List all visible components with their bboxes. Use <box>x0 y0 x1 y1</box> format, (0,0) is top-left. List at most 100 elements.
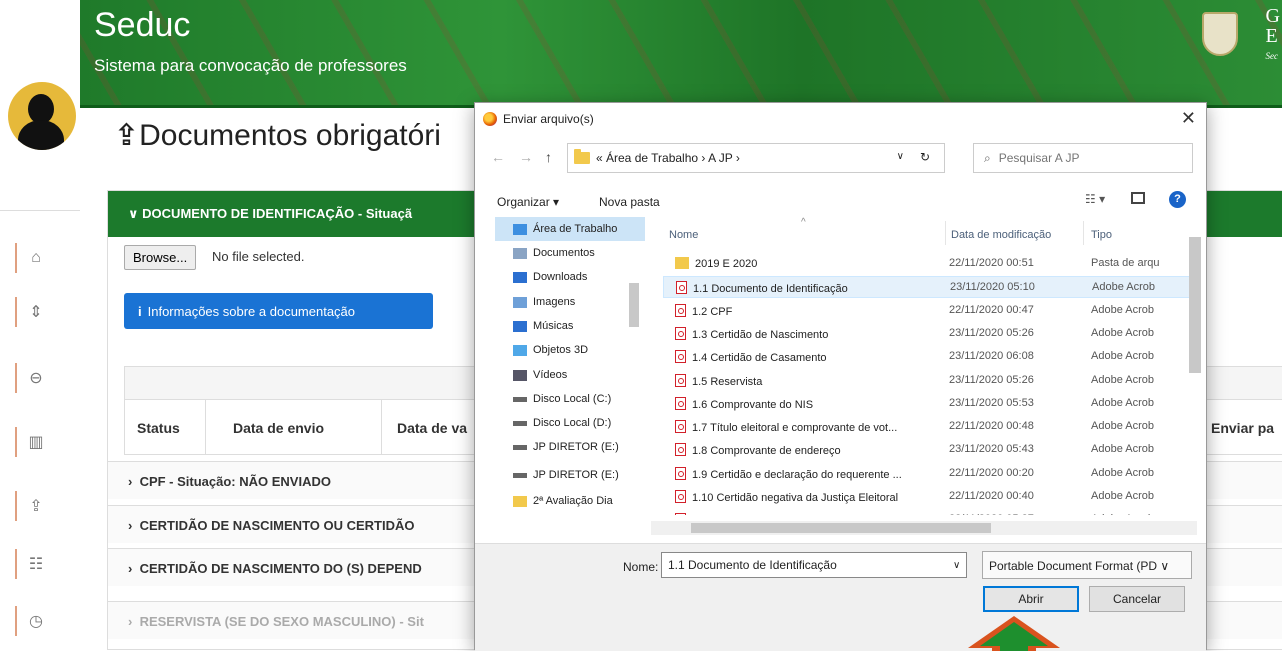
filetype-select[interactable]: Portable Document Format (PD ∨ <box>982 551 1192 579</box>
bank-icon[interactable]: ▥ <box>15 427 55 457</box>
nav-item-label: Objetos 3D <box>533 344 589 356</box>
column-type[interactable]: Tipo <box>1091 229 1112 241</box>
user-circle-icon[interactable]: ⊖ <box>15 363 55 393</box>
nav-item[interactable]: Área de Trabalho <box>495 217 645 241</box>
chevron-down-icon[interactable]: ∨ <box>953 560 960 571</box>
file-name: 1.3 Certidão de Nascimento <box>692 328 829 341</box>
file-row[interactable]: 1.5 Reservista 23/11/2020 05:26 Adobe Acro… <box>663 370 1193 392</box>
drive-icon <box>513 396 527 402</box>
forward-arrow-icon[interactable]: → <box>519 149 533 165</box>
nav-item-label: 2ª Avaliação Dia <box>533 495 613 507</box>
file-date: 23/11/2020 05:26 <box>949 326 1034 339</box>
filename-input[interactable]: 1.1 Documento de Identificação <box>661 552 967 578</box>
info-button[interactable]: i Informações sobre a documentação <box>124 293 433 329</box>
chevron-right-icon: › <box>128 614 140 629</box>
horizontal-scrollbar[interactable] <box>651 521 1197 535</box>
file-status: No file selected. <box>212 249 305 264</box>
sort-icon[interactable]: ⇕ <box>15 297 55 327</box>
nav-item[interactable]: JP DIRETOR (E:) <box>495 463 645 487</box>
up-arrow-icon[interactable]: ↑ <box>545 149 552 165</box>
file-date: 23/11/2020 06:08 <box>949 350 1034 363</box>
cube-icon <box>513 344 527 356</box>
file-row[interactable]: 1.7 Título eleitoral e comprovante de vo… <box>663 416 1193 438</box>
back-arrow-icon[interactable]: ← <box>491 149 505 165</box>
refresh-icon[interactable]: ↻ <box>920 150 930 164</box>
nav-item-label: JP DIRETOR (E:) <box>533 441 619 453</box>
file-row[interactable]: 1.4 Certidão de Casamento 23/11/2020 06:0… <box>663 346 1193 368</box>
chevron-right-icon: › <box>128 474 140 489</box>
nav-scrollbar[interactable] <box>629 283 639 327</box>
upload-icon[interactable]: ⇪ <box>15 491 55 521</box>
nav-item[interactable]: Documentos <box>495 241 645 265</box>
nav-item-label: Downloads <box>533 271 588 283</box>
search-input[interactable] <box>998 151 1169 165</box>
avatar[interactable] <box>8 82 76 150</box>
new-folder-button[interactable]: Nova pasta <box>599 195 660 209</box>
file-name: 1.6 Comprovante do NIS <box>692 398 814 411</box>
file-row[interactable]: 1.3 Certidão de Nascimento 23/11/2020 05:… <box>663 323 1193 345</box>
open-button[interactable]: Abrir <box>983 586 1079 612</box>
nav-item[interactable]: JP DIRETOR (E:) <box>495 435 645 459</box>
file-date: 23/11/2020 05:10 <box>950 281 1035 294</box>
file-date: 23/11/2020 05:43 <box>949 443 1034 456</box>
file-row[interactable]: 1.1 Documento de Identificação 23/11/2020… <box>663 276 1193 299</box>
view-options-icon[interactable]: ☷ ▾ <box>1085 192 1105 206</box>
file-type: Adobe Acrob <box>1091 420 1154 433</box>
close-icon[interactable]: ✕ <box>1181 108 1196 129</box>
nav-item[interactable]: Disco Local (C:) <box>495 387 645 411</box>
nav-item[interactable]: Imagens <box>495 290 645 314</box>
users-icon[interactable]: ☷ <box>15 549 55 579</box>
file-name: 1.9 Certidão e declaração do requerente … <box>692 468 902 481</box>
nav-item[interactable]: Objetos 3D <box>495 338 645 362</box>
column-validity-date: Data de va <box>397 420 468 436</box>
organize-button[interactable]: Organizar ▾ <box>497 195 559 209</box>
nav-item[interactable]: 2ª Avaliação Dia <box>495 489 645 513</box>
file-date: 22/11/2020 00:20 <box>949 466 1034 479</box>
file-name: 1.8 Comprovante de endereço <box>692 445 841 458</box>
file-row[interactable]: 1.10 Certidão negativa da Justiça Eleito… <box>663 486 1193 508</box>
chevron-down-icon: ∨ <box>128 206 143 221</box>
file-type: Adobe Acrob <box>1091 303 1154 316</box>
column-send: Enviar pa <box>1211 420 1275 436</box>
cancel-button[interactable]: Cancelar <box>1089 586 1185 612</box>
dialog-titlebar[interactable]: Enviar arquivo(s) ✕ <box>475 103 1206 135</box>
folder-icon <box>513 495 527 507</box>
images-icon <box>513 296 527 308</box>
file-name: 2019 E 2020 <box>695 258 758 270</box>
chevron-down-icon[interactable]: ∨ <box>897 151 904 162</box>
search-box[interactable]: ⌕ <box>973 143 1193 173</box>
file-date: 22/11/2020 00:48 <box>949 420 1034 433</box>
home-icon[interactable]: ⌂ <box>15 243 55 273</box>
pdf-icon <box>675 513 686 515</box>
nav-item[interactable]: Disco Local (D:) <box>495 411 645 435</box>
file-row[interactable]: 1.2 CPF 22/11/2020 00:47 Adobe Acrob <box>663 300 1193 322</box>
help-icon[interactable]: ? <box>1169 191 1186 208</box>
nav-item[interactable]: Músicas <box>495 314 645 338</box>
pdf-icon <box>675 326 686 340</box>
nav-item-label: Disco Local (C:) <box>533 393 612 405</box>
nav-item[interactable]: Downloads <box>495 265 645 289</box>
file-row[interactable]: 1.6 Comprovante do NIS 23/11/2020 05:53 Ad… <box>663 393 1193 415</box>
file-type: Adobe Acrob <box>1091 350 1154 363</box>
file-row[interactable]: 2019 E 2020 22/11/2020 00:51 Pasta de arqu <box>663 253 1193 275</box>
nav-item-label: Disco Local (D:) <box>533 417 612 429</box>
column-name[interactable]: Nome <box>669 229 698 241</box>
browse-button[interactable]: Browse... <box>124 245 197 270</box>
file-list-scrollbar[interactable] <box>1189 237 1201 373</box>
drive-icon <box>513 444 527 450</box>
file-row[interactable]: 1.8 Comprovante de endereço 23/11/2020 05… <box>663 439 1193 461</box>
file-type: Adobe Acrob <box>1091 443 1154 456</box>
file-type: Pasta de arqu <box>1091 257 1160 269</box>
column-date[interactable]: Data de modificação <box>951 229 1051 241</box>
file-row[interactable]: 1.9 Certidão e declaração do requerente … <box>663 463 1193 485</box>
video-icon <box>513 369 527 381</box>
file-row[interactable]: 1.11 Certidão23/11/2020 05:27Adobe Acrob <box>663 509 1193 515</box>
government-text: G E Sec <box>1265 5 1280 61</box>
nav-item[interactable]: Vídeos <box>495 363 645 387</box>
pdf-icon <box>675 373 686 387</box>
pdf-icon <box>675 443 686 457</box>
address-bar[interactable]: « Área de Trabalho › A JP › ∨ ↻ <box>567 143 945 173</box>
clock-icon[interactable]: ◷ <box>15 606 55 636</box>
address-path: « Área de Trabalho › A JP › <box>596 151 740 165</box>
preview-pane-icon[interactable] <box>1131 192 1145 204</box>
